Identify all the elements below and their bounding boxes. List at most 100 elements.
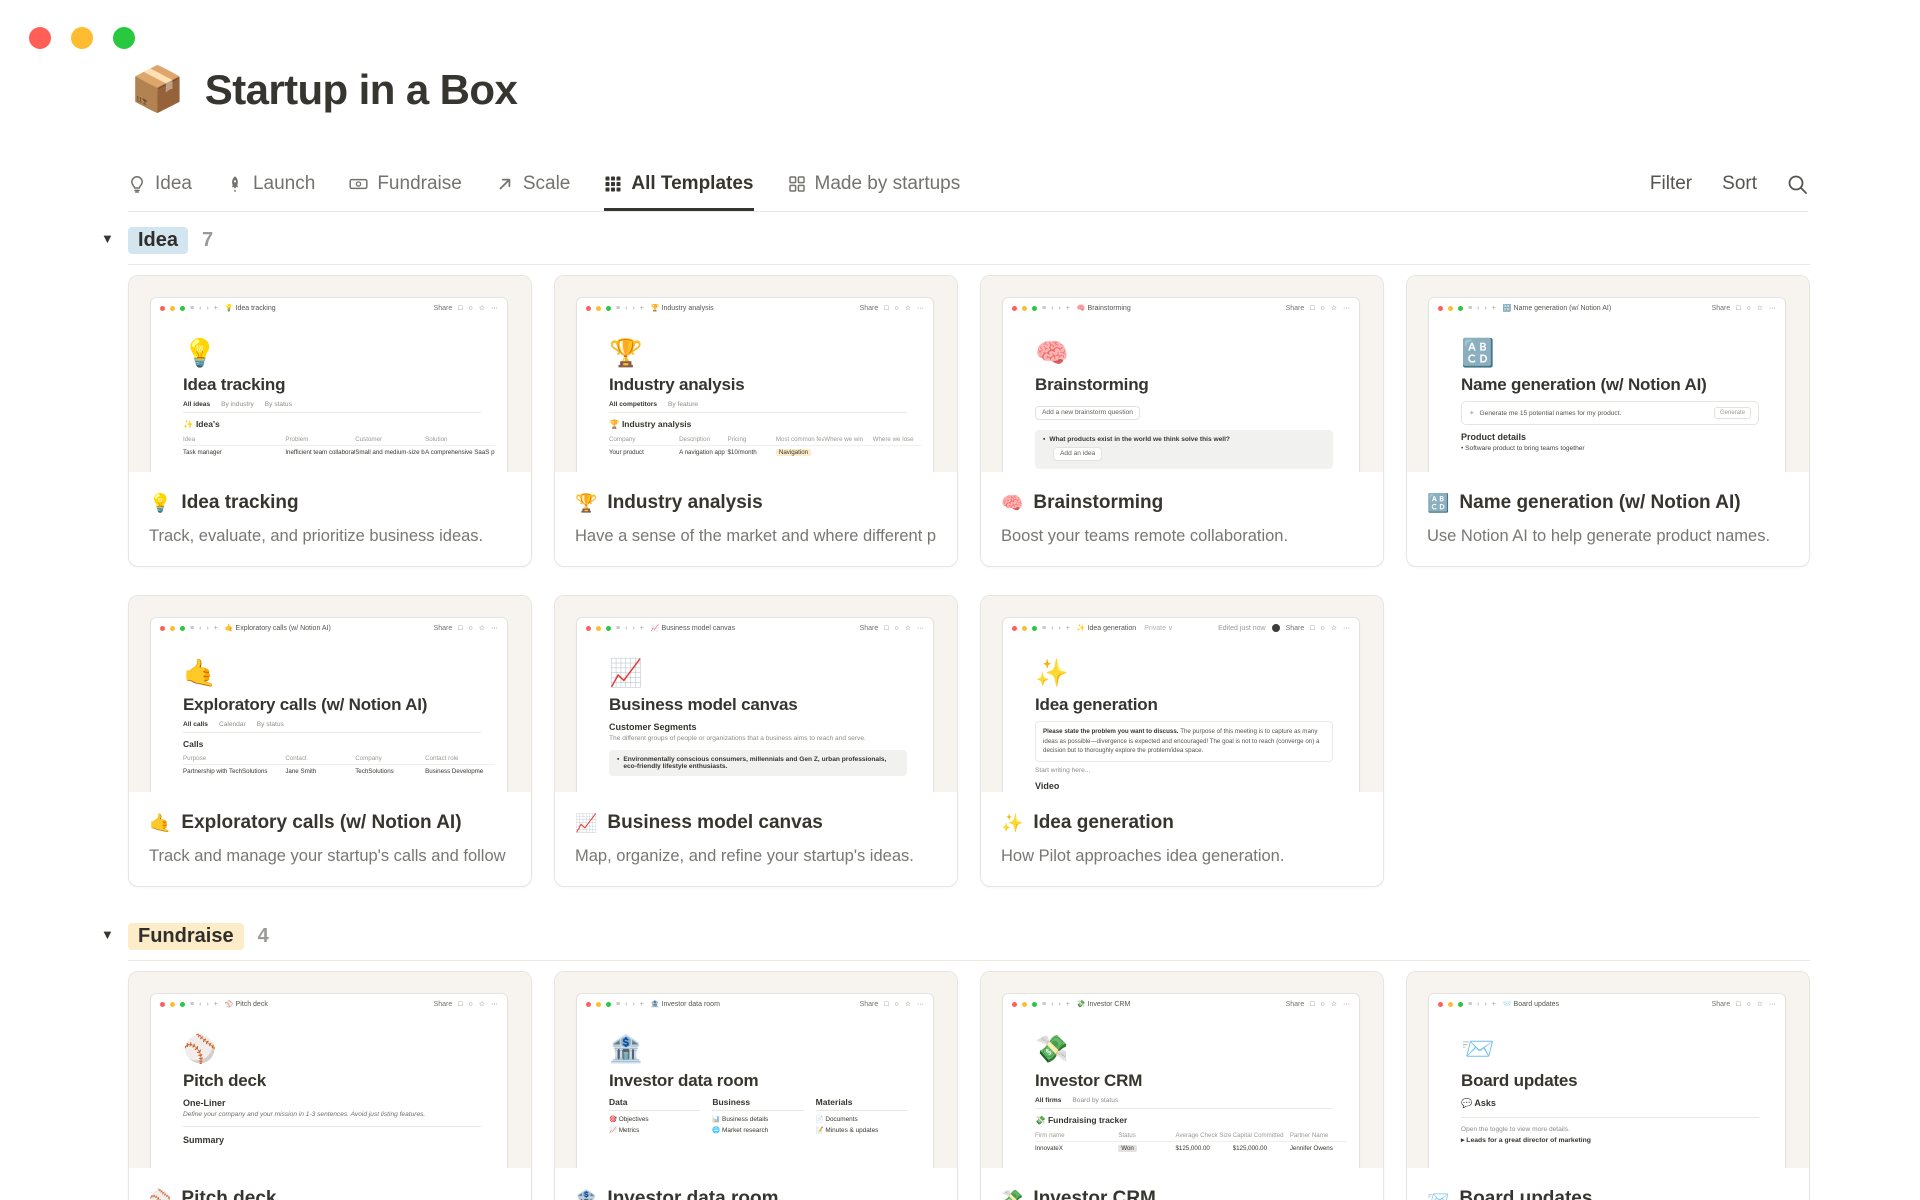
template-card-investor-data-room[interactable]: ≡ ‹ › + 🏦 Investor data room Share □ ○ ☆ ··· 🏦 Inve… <box>554 971 958 1200</box>
mini-traffic-light <box>606 1001 611 1007</box>
mini-chrome-actions: Share □ ○ ☆ ··· <box>1712 1001 1776 1008</box>
mini-traffic-light <box>596 1001 601 1007</box>
card-thumbnail: ≡ ‹ › + 💸 Investor CRM Share □ ○ ☆ ··· 💸 Investor C… <box>981 972 1383 1168</box>
template-card-business-model-canvas[interactable]: ≡ ‹ › + 📈 Business model canvas Share □ ○ ☆ ··· 📈 B… <box>554 595 958 887</box>
search-icon[interactable] <box>1787 174 1808 195</box>
menu-icon: ≡ <box>190 624 195 632</box>
tab-scale[interactable]: Scale <box>496 157 570 211</box>
mini-col-header: Most common features <box>775 435 824 443</box>
banknote-icon <box>349 175 368 193</box>
mini-col-header: Contact role <box>425 754 459 762</box>
mini-button: Add a new brainstorm question <box>1035 405 1140 420</box>
mini-table: Idea Problem Customer Solution Task manager I… <box>183 433 495 458</box>
rocket-icon <box>226 175 244 193</box>
mini-gray-label: What products exist in the world we thin… <box>1049 435 1230 443</box>
template-card-pitch-deck[interactable]: ≡ ‹ › + ⚾ Pitch deck Share □ ○ ☆ ··· ⚾ Pitch deck On… <box>128 971 532 1200</box>
card-title-text: Investor data room <box>607 1188 779 1200</box>
mini-privacy-label: Private ∨ <box>1144 625 1174 632</box>
mini-view-tabs: All competitors By feature <box>609 401 907 413</box>
section-badge-idea[interactable]: Idea <box>128 227 189 254</box>
mini-table: Purpose Contact Company Contact role Partner… <box>183 752 495 777</box>
card-emoji: ✨ <box>1001 812 1024 833</box>
comment-icon: □ <box>458 304 463 312</box>
mini-edited-label: Edited just now <box>1218 624 1266 632</box>
mini-button: Add an idea <box>1053 446 1103 461</box>
mini-cell: Jennifer Owens <box>1289 1144 1333 1152</box>
collapse-triangle-icon[interactable]: ▼ <box>101 927 114 942</box>
mini-bullet: • Software product to bring teams togeth… <box>1461 445 1585 452</box>
mini-page-title: 🤙 Exploratory calls (w/ Notion AI) <box>224 625 331 632</box>
card-emoji: 🏦 <box>575 1188 598 1200</box>
template-card-brainstorming[interactable]: ≡ ‹ › + 🧠 Brainstorming Share □ ○ ☆ ··· 🧠 Brainstor… <box>980 275 1384 567</box>
template-card-board-updates[interactable]: ≡ ‹ › + 📨 Board updates Share □ ○ ☆ ··· 📨 Board upd… <box>1406 971 1810 1200</box>
mini-ai-prompt: ✦ Generate me 15 potential names for my p… <box>1461 401 1759 425</box>
mini-heading: Industry analysis <box>609 375 745 394</box>
template-card-idea-generation[interactable]: ≡ ‹ › + ✨ Idea generation Private ∨ Edited jus… <box>980 595 1384 887</box>
card-emoji: 💸 <box>1001 1188 1024 1200</box>
template-card-idea-tracking[interactable]: ≡ ‹ › + 💡 Idea tracking Share □ ○ ☆ ··· 💡 Idea trac… <box>128 275 532 567</box>
more-icon: ··· <box>917 304 924 312</box>
mini-text: Open the toggle to view more details. <box>1461 1126 1570 1133</box>
updates-icon: ○ <box>468 304 473 312</box>
tab-launch[interactable]: Launch <box>226 157 315 211</box>
section-badge-fundraise[interactable]: Fundraise <box>128 923 244 950</box>
mini-table: Company Description Pricing Most common fea… <box>609 433 921 458</box>
mini-page-emoji: ⚾ <box>183 1034 217 1064</box>
menu-icon: ≡ <box>190 304 195 312</box>
mini-cell: Task manager <box>183 448 222 456</box>
comment-icon: □ <box>458 624 463 632</box>
mini-cell: Your product <box>609 448 644 456</box>
mini-page-emoji: 🤙 <box>183 658 217 688</box>
mini-page-title: ✨ Idea generation <box>1076 625 1137 632</box>
section-header-idea: ▼ Idea 7 <box>101 225 1810 265</box>
tab-made-by-startups[interactable]: Made by startups <box>788 157 960 211</box>
mini-subheading: Summary <box>183 1135 225 1145</box>
mini-traffic-light <box>596 625 601 631</box>
template-card-name-generation-w-notion-ai[interactable]: ≡ ‹ › + 🔠 Name generation (w/ Notion AI) Shar… <box>1406 275 1810 567</box>
more-icon: ··· <box>1343 304 1350 312</box>
mini-db-title: Calls <box>183 739 204 749</box>
sort-button[interactable]: Sort <box>1722 173 1757 195</box>
mini-window: ≡ ‹ › + 📈 Business model canvas Share □ ○ ☆ ··· 📈 B… <box>577 618 933 792</box>
mini-page-emoji: ✨ <box>1035 658 1069 688</box>
mini-page-title: 🏦 Investor data room <box>650 1001 720 1008</box>
minimize-window-button[interactable] <box>71 27 93 49</box>
mini-toggle: ▸ Leads for a great director of marketin… <box>1461 1137 1591 1144</box>
back-icon: ‹ <box>625 304 628 312</box>
card-emoji: 🧠 <box>1001 492 1024 513</box>
mini-page-title: ⚾ Pitch deck <box>224 1001 268 1008</box>
zoom-window-button[interactable] <box>113 27 135 49</box>
tab-all-templates[interactable]: All Templates <box>604 157 754 211</box>
new-tab-icon: + <box>639 624 644 632</box>
template-card-investor-crm[interactable]: ≡ ‹ › + 💸 Investor CRM Share □ ○ ☆ ··· 💸 Investor C… <box>980 971 1384 1200</box>
tab-idea[interactable]: Idea <box>128 157 192 211</box>
mini-col-header: Company <box>355 754 382 762</box>
mini-subheading: Video <box>1035 780 1060 791</box>
comment-icon: □ <box>1736 304 1741 312</box>
template-card-industry-analysis[interactable]: ≡ ‹ › + 🏆 Industry analysis Share □ ○ ☆ ··· 🏆 Indus… <box>554 275 958 567</box>
lightbulb-icon <box>128 175 146 193</box>
mini-page-title: 🏆 Industry analysis <box>650 305 714 312</box>
card-title-text: Idea generation <box>1033 812 1174 833</box>
collapse-triangle-icon[interactable]: ▼ <box>101 231 114 246</box>
mini-heading: Name generation (w/ Notion AI) <box>1461 375 1707 394</box>
tab-fundraise[interactable]: Fundraise <box>349 157 462 211</box>
updates-icon: ○ <box>1320 624 1325 632</box>
section-count: 4 <box>257 925 269 947</box>
forward-icon: › <box>206 1000 209 1008</box>
filter-button[interactable]: Filter <box>1650 173 1692 195</box>
mini-window-chrome: ≡ ‹ › + 📈 Business model canvas Share □ ○ ☆ ··· <box>577 618 933 638</box>
card-emoji: 📨 <box>1427 1188 1450 1200</box>
card-grid-fundraise: ≡ ‹ › + ⚾ Pitch deck Share □ ○ ☆ ··· ⚾ Pitch deck On… <box>128 971 1810 1200</box>
card-description: Map, organize, and refine your startup's… <box>575 847 914 865</box>
template-card-exploratory-calls-w-notion-ai[interactable]: ≡ ‹ › + 🤙 Exploratory calls (w/ Notion AI) Sh… <box>128 595 532 887</box>
comment-icon: □ <box>884 1000 889 1008</box>
star-icon: ☆ <box>1330 1000 1337 1008</box>
close-window-button[interactable] <box>29 27 51 49</box>
section-idea: ▼ Idea 7 ≡ ‹ › + 💡 Idea tracking Share □ ○ ☆ ··· 💡 Ide… <box>101 225 1810 887</box>
mini-column-item: 🎯 Objectives <box>609 1116 649 1123</box>
mini-divider <box>183 1126 481 1127</box>
view-controls: Filter Sort <box>1650 157 1808 211</box>
forward-icon: › <box>1484 304 1487 312</box>
mini-page-emoji: 📈 <box>609 658 643 688</box>
